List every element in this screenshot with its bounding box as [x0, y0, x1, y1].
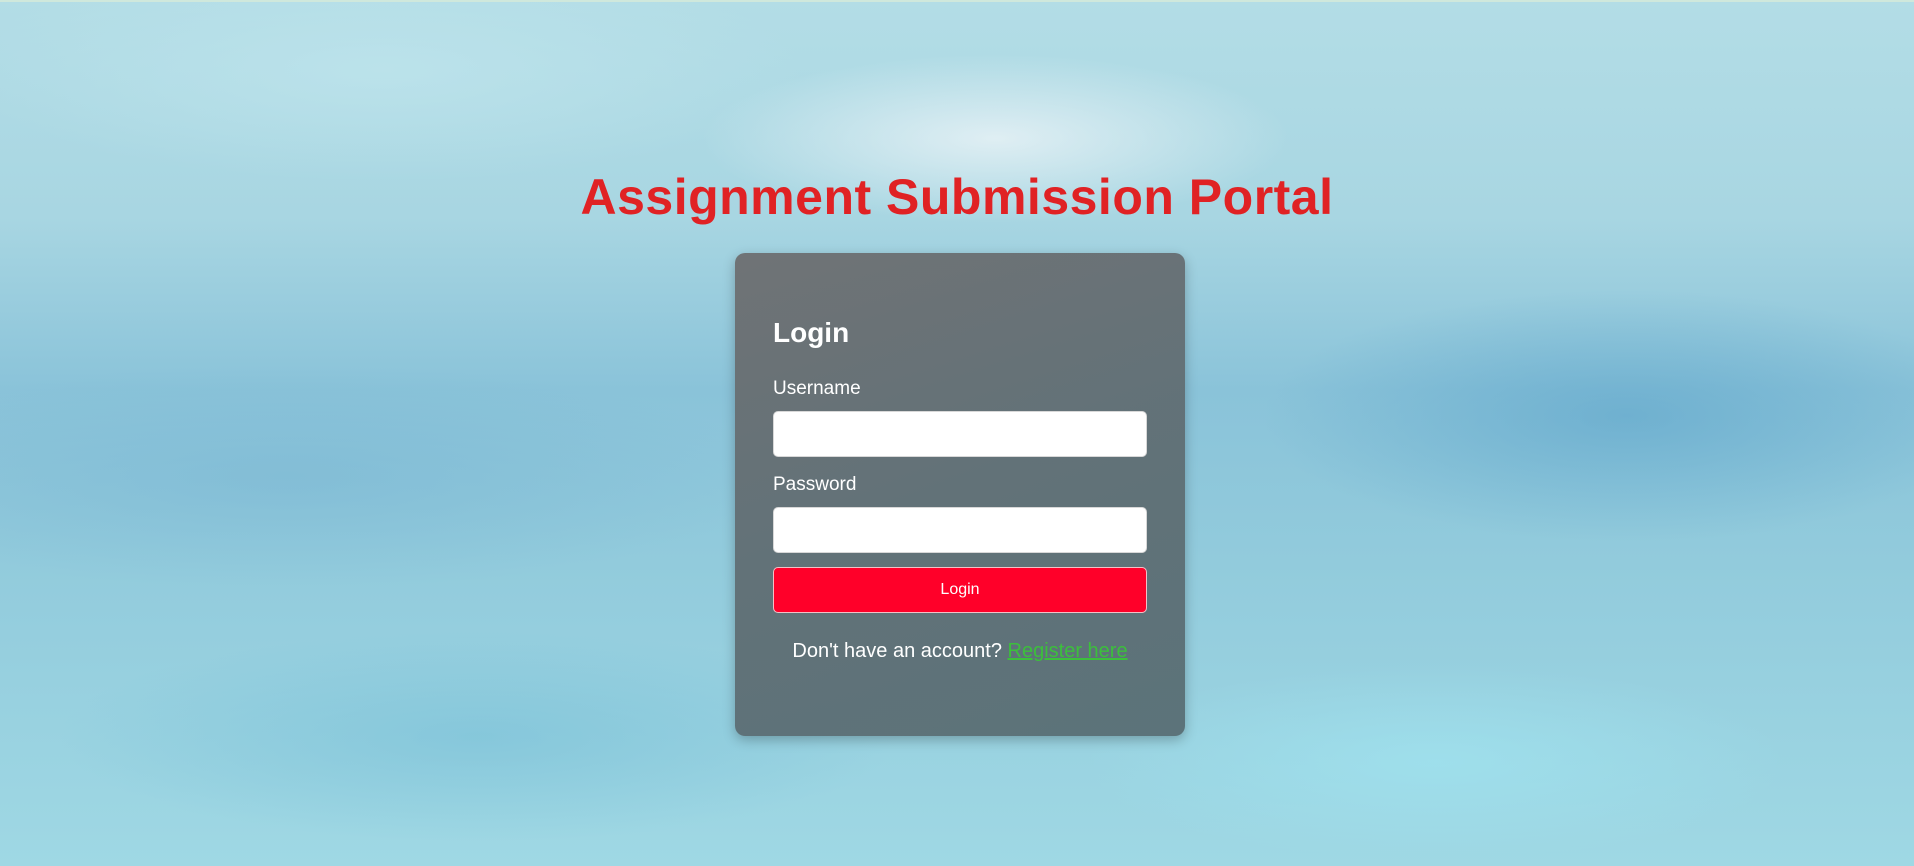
register-prompt-text: Don't have an account?	[792, 640, 1002, 662]
login-heading: Login	[773, 317, 850, 348]
page-title: Assignment Submission Portal	[580, 169, 1334, 225]
top-border	[0, 0, 1914, 2]
login-card: Login Username Password Login Don't have…	[735, 253, 1185, 736]
register-prompt-line: Don't have an account? Register here	[773, 637, 1147, 665]
register-link[interactable]: Register here	[1008, 640, 1128, 662]
password-input[interactable]	[773, 507, 1147, 553]
username-label: Username	[773, 378, 861, 399]
login-button[interactable]: Login	[773, 567, 1147, 613]
password-label: Password	[773, 474, 857, 495]
username-input[interactable]	[773, 411, 1147, 457]
